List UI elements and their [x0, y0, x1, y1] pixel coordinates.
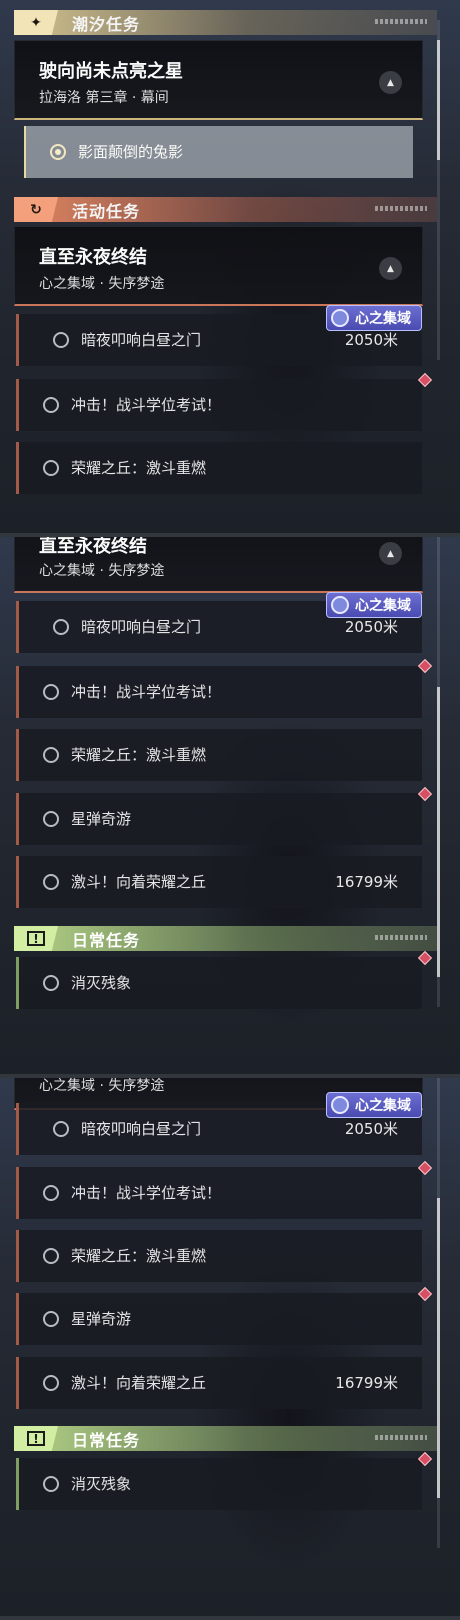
quest-label: 激斗！向着荣耀之丘	[71, 1374, 207, 1392]
radio-icon	[43, 1248, 59, 1264]
quest-label: 暗夜叩响白昼之门	[81, 331, 202, 349]
category-label: 日常任务	[72, 930, 141, 950]
region-badge-label: 心之集域	[355, 311, 411, 327]
quest-item[interactable]: 激斗！向着荣耀之丘 16799米	[16, 1357, 422, 1409]
daily-category-header[interactable]: ! 日常任务	[14, 926, 437, 951]
quest-label: 暗夜叩响白昼之门	[81, 1120, 202, 1138]
radio-icon	[43, 1476, 59, 1492]
quest-item[interactable]: 消灭残象	[16, 1458, 422, 1510]
alert-icon: !	[14, 926, 58, 951]
quest-item-active[interactable]: 影面颠倒的兔影	[24, 126, 413, 178]
quest-label: 消灭残象	[71, 1475, 132, 1493]
event-category-header[interactable]: ↻ 活动任务	[14, 197, 437, 222]
group-title: 直至永夜终结	[39, 247, 147, 268]
category-label: 日常任务	[72, 1430, 141, 1450]
quest-label: 冲击！战斗学位考试！	[71, 683, 222, 701]
radio-icon	[53, 332, 69, 348]
radio-icon	[43, 684, 59, 700]
quest-label: 消灭残象	[71, 974, 132, 992]
group-subtitle: 心之集域 · 失序梦途	[39, 276, 165, 292]
radio-icon	[43, 811, 59, 827]
quest-item[interactable]: 冲击！战斗学位考试！	[16, 1167, 422, 1219]
quest-item[interactable]: 消灭残象	[16, 957, 422, 1009]
quest-group-event[interactable]: 直至永夜终结 心之集域 · 失序梦途 ▲	[14, 226, 423, 306]
quest-distance: 2050米	[344, 618, 398, 636]
radio-icon	[43, 1375, 59, 1391]
chevron-up-icon: ▲	[387, 77, 394, 88]
quest-label: 影面颠倒的兔影	[78, 143, 184, 161]
region-badge-label: 心之集域	[355, 598, 411, 614]
quest-item[interactable]: 激斗！向着荣耀之丘 16799米	[16, 856, 422, 908]
quest-label: 荣耀之丘：激斗重燃	[71, 459, 207, 477]
region-badge-label: 心之集域	[355, 1098, 411, 1114]
radio-icon	[53, 1121, 69, 1137]
spiral-icon	[331, 309, 349, 327]
region-badge: 心之集域	[326, 592, 422, 618]
quest-label: 星弹奇游	[71, 1310, 132, 1328]
radio-icon	[43, 975, 59, 991]
radio-icon	[43, 397, 59, 413]
quest-item[interactable]: 冲击！战斗学位考试！	[16, 379, 422, 431]
quest-label: 星弹奇游	[71, 810, 132, 828]
quest-distance: 2050米	[344, 1120, 398, 1138]
collapse-button[interactable]: ▲	[379, 542, 402, 565]
region-badge: 心之集域	[326, 1092, 422, 1118]
quest-label: 冲击！战斗学位考试！	[71, 396, 222, 414]
group-title: 直至永夜终结	[39, 537, 147, 557]
group-subtitle: 心之集域 · 失序梦途	[39, 1078, 165, 1094]
quest-item[interactable]: 荣耀之丘：激斗重燃	[16, 729, 422, 781]
quest-label: 荣耀之丘：激斗重燃	[71, 1247, 207, 1265]
chevron-up-icon: ▲	[387, 263, 394, 274]
radio-icon	[53, 619, 69, 635]
sparkle-icon: ✦	[14, 10, 58, 35]
radio-icon	[43, 874, 59, 890]
radio-selected-icon	[50, 144, 66, 160]
group-title: 驶向尚未点亮之星	[39, 61, 183, 82]
spiral-icon	[331, 596, 349, 614]
quest-item[interactable]: 星弹奇游	[16, 1293, 422, 1345]
event-icon: ↻	[14, 197, 58, 222]
quest-label: 冲击！战斗学位考试！	[71, 1184, 222, 1202]
quest-panel-view-2: 直至永夜终结 心之集域 · 失序梦途 ▲ 暗夜叩响白昼之门 2050米 心之集域…	[0, 537, 460, 1078]
quest-distance: 16799米	[335, 1374, 398, 1392]
scrollbar-thumb[interactable]	[437, 40, 440, 160]
radio-icon	[43, 747, 59, 763]
radio-icon	[43, 1185, 59, 1201]
group-subtitle: 心之集域 · 失序梦途	[39, 563, 165, 579]
quest-group-tide[interactable]: 驶向尚未点亮之星 拉海洛 第三章 · 幕间 ▲	[14, 40, 423, 120]
quest-distance: 16799米	[335, 873, 398, 891]
scrollbar-thumb[interactable]	[437, 687, 440, 977]
region-badge: 心之集域	[326, 305, 422, 331]
quest-distance: 2050米	[344, 331, 398, 349]
quest-item[interactable]: 星弹奇游	[16, 793, 422, 845]
quest-panel-view-1: ✦ 潮汐任务 驶向尚未点亮之星 拉海洛 第三章 · 幕间 ▲ 影面颠倒的兔影 ↻…	[0, 0, 460, 537]
category-tag-decoration	[375, 206, 427, 211]
collapse-button[interactable]: ▲	[379, 257, 402, 280]
tide-category-header[interactable]: ✦ 潮汐任务	[14, 10, 437, 35]
group-subtitle: 拉海洛 第三章 · 幕间	[39, 90, 169, 106]
quest-item[interactable]: 冲击！战斗学位考试！	[16, 666, 422, 718]
quest-label: 暗夜叩响白昼之门	[81, 618, 202, 636]
scrollbar-thumb[interactable]	[437, 1198, 440, 1498]
radio-icon	[43, 1311, 59, 1327]
category-label: 潮汐任务	[72, 14, 141, 34]
category-tag-decoration	[375, 19, 427, 24]
quest-panel-view-3: 心之集域 · 失序梦途 暗夜叩响白昼之门 2050米 心之集域 冲击！战斗学位考…	[0, 1078, 460, 1620]
collapse-button[interactable]: ▲	[379, 71, 402, 94]
quest-item[interactable]: 荣耀之丘：激斗重燃	[16, 1230, 422, 1282]
chevron-up-icon: ▲	[387, 548, 394, 559]
alert-icon: !	[14, 1426, 58, 1451]
category-label: 活动任务	[72, 201, 141, 221]
category-tag-decoration	[375, 935, 427, 940]
daily-category-header[interactable]: ! 日常任务	[14, 1426, 437, 1451]
quest-label: 激斗！向着荣耀之丘	[71, 873, 207, 891]
radio-icon	[43, 460, 59, 476]
spiral-icon	[331, 1096, 349, 1114]
quest-item[interactable]: 荣耀之丘：激斗重燃	[16, 442, 422, 494]
category-tag-decoration	[375, 1435, 427, 1440]
quest-label: 荣耀之丘：激斗重燃	[71, 746, 207, 764]
quest-group-event[interactable]: 直至永夜终结 心之集域 · 失序梦途 ▲	[14, 537, 423, 593]
